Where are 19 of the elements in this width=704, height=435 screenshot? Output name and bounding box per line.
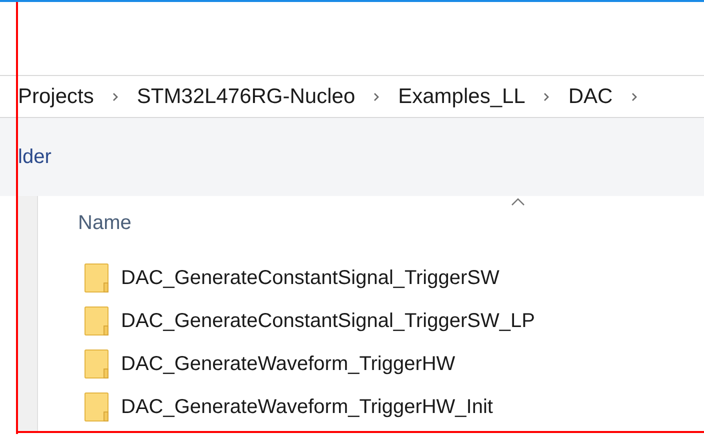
folder-name[interactable]: DAC_GenerateConstantSignal_TriggerSW — [121, 262, 500, 292]
chevron-icon — [373, 92, 380, 102]
folder-name[interactable]: DAC_GenerateWaveform_TriggerHW — [121, 348, 456, 378]
folder-name[interactable]: DAC_GenerateWaveform_TriggerHW_Init — [121, 392, 493, 422]
sort-caret-icon — [511, 198, 525, 206]
breadcrumb-segment[interactable]: Projects — [18, 80, 94, 112]
folder-icon — [84, 262, 110, 292]
folder-name[interactable]: DAC_GenerateConstantSignal_TriggerSW_LP — [121, 306, 535, 336]
breadcrumb-segment[interactable]: STM32L476RG-Nucleo — [136, 80, 356, 112]
toolbar-label[interactable]: lder — [18, 142, 52, 172]
chevron-icon — [112, 92, 119, 102]
chevron-icon — [630, 92, 638, 102]
breadcrumb-segment[interactable]: Examples_LL — [398, 80, 526, 112]
column-header[interactable]: Name — [78, 208, 132, 238]
folder-icon — [84, 306, 110, 336]
breadcrumb-segment[interactable]: DAC — [568, 80, 613, 112]
folder-icon — [84, 392, 110, 422]
chevron-icon — [543, 92, 550, 102]
folder-icon — [84, 348, 110, 378]
